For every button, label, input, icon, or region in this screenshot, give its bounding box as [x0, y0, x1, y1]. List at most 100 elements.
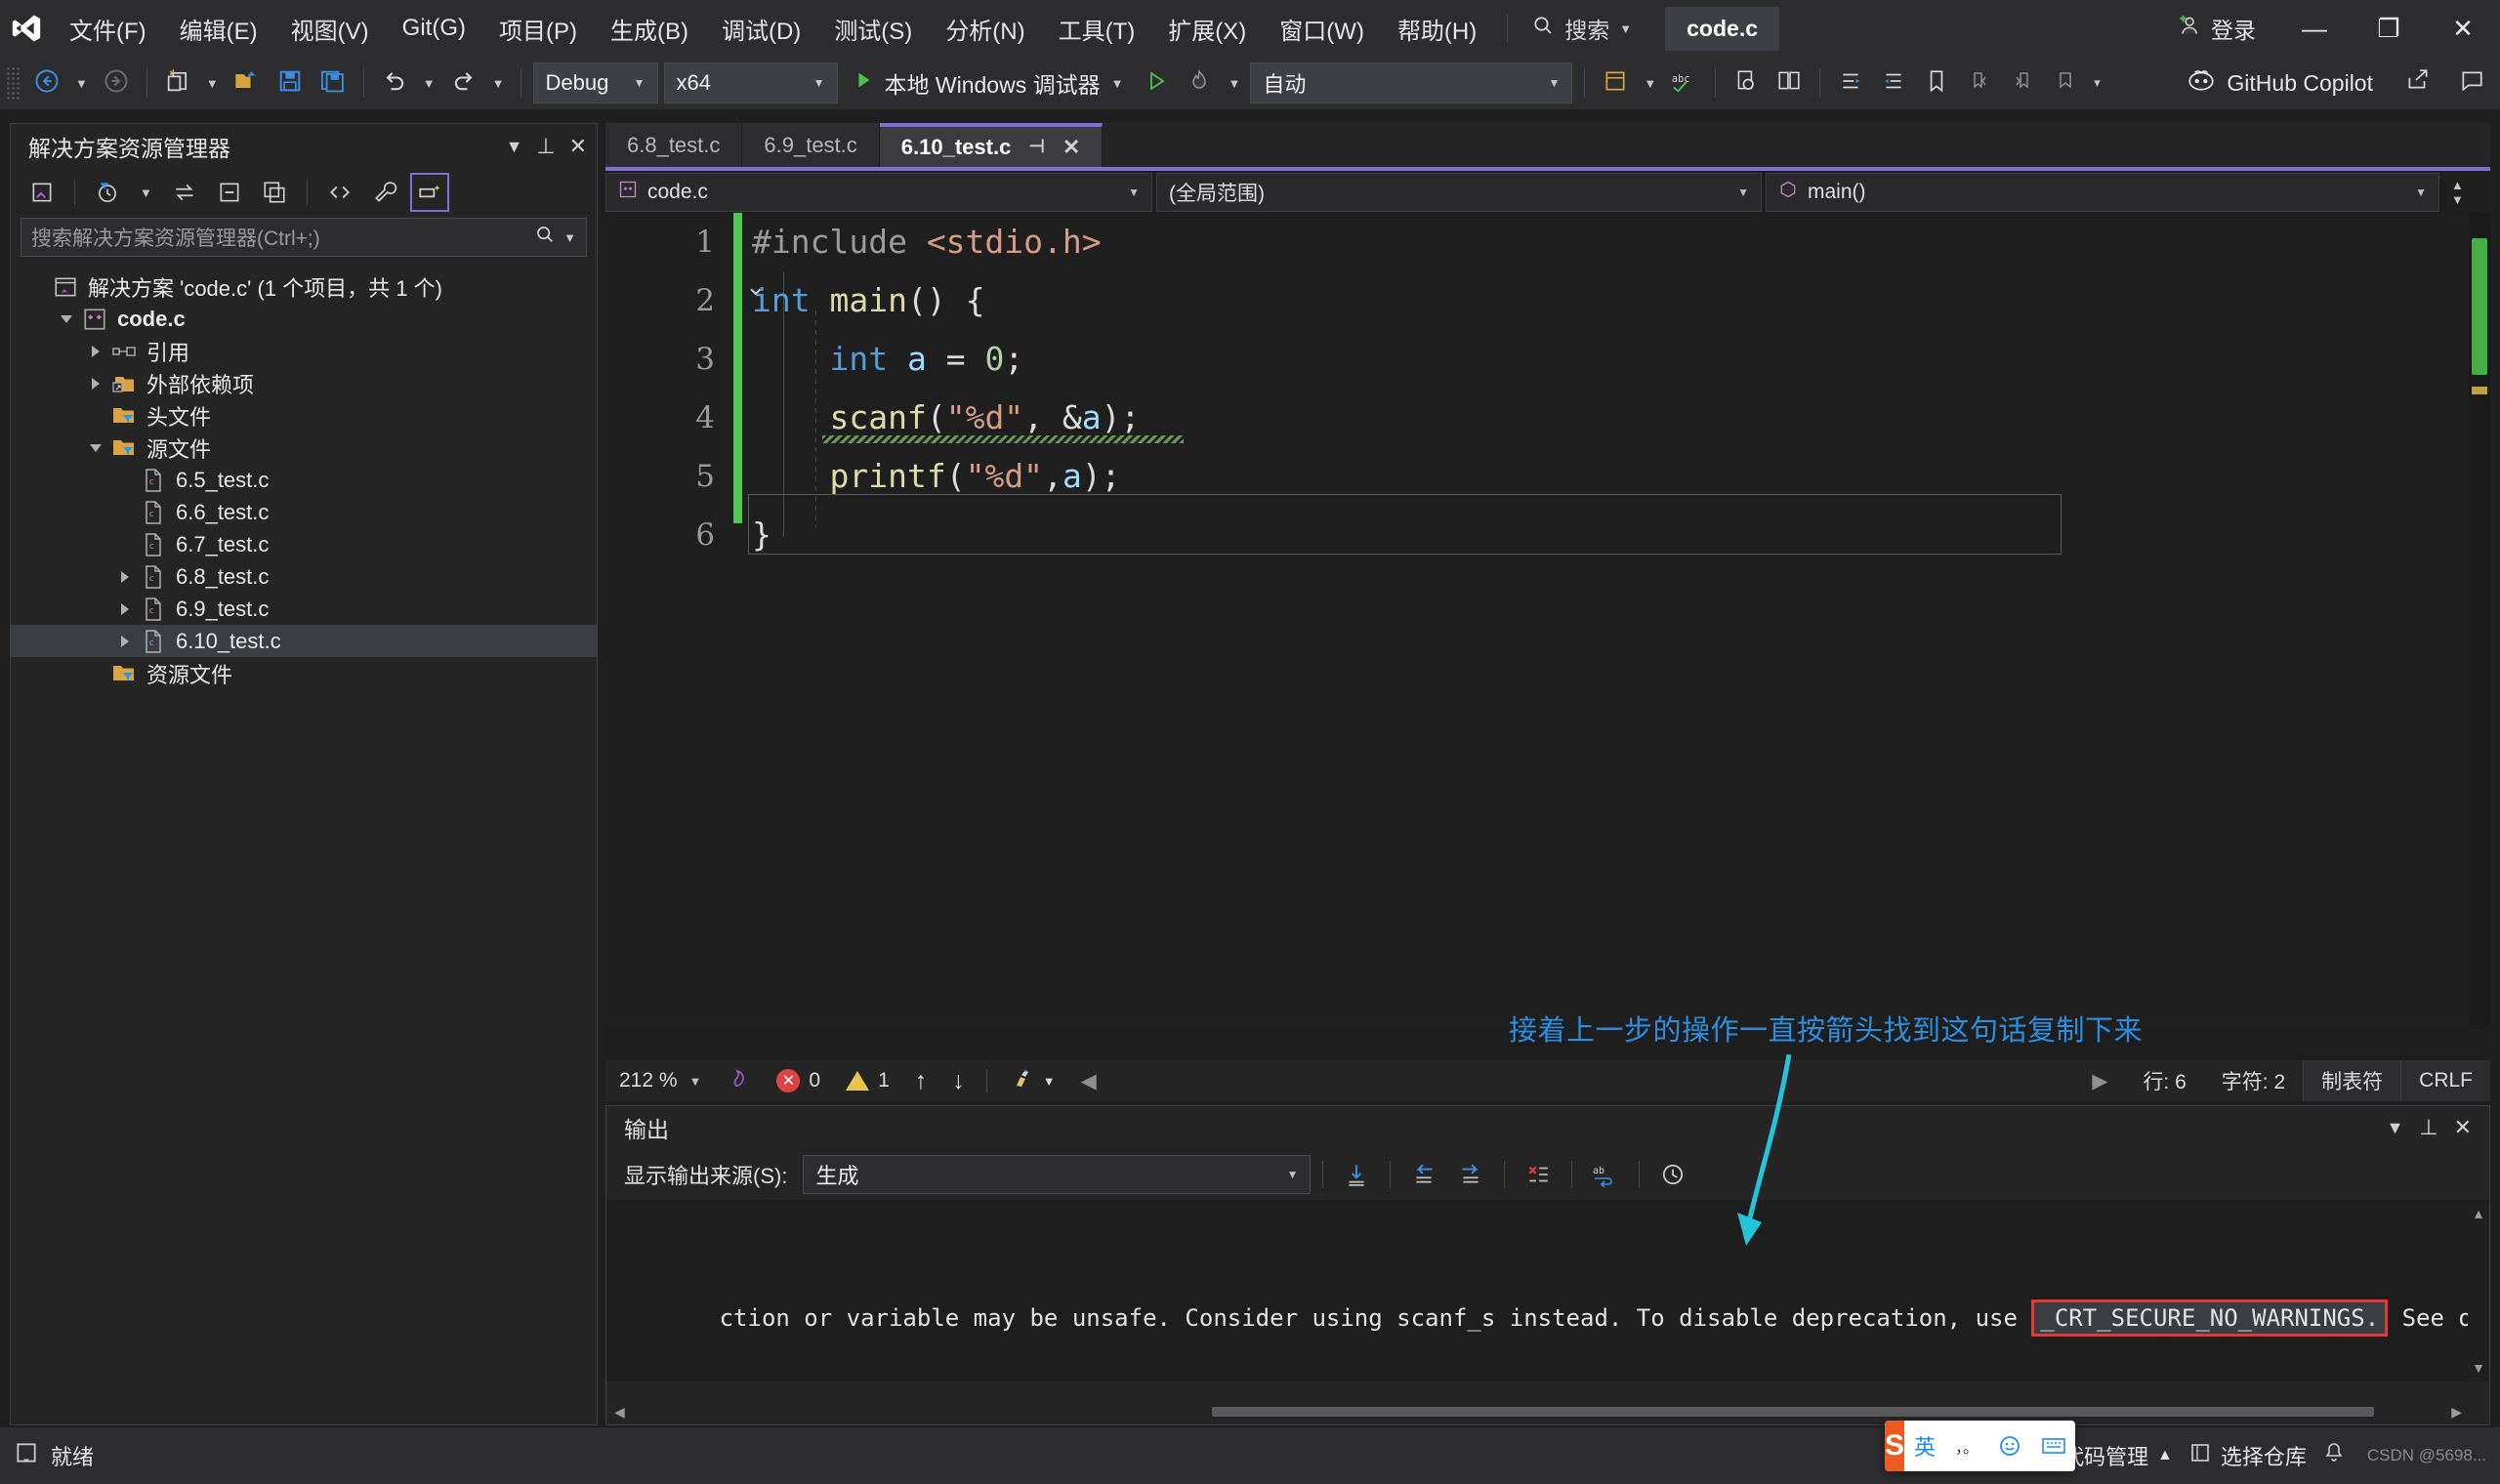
menu-item-11[interactable]: 窗口(W): [1263, 0, 1381, 57]
ime-mode-button[interactable]: 英: [1904, 1430, 1945, 1462]
line-ending-indicator[interactable]: CRLF: [2400, 1060, 2490, 1101]
undo-button[interactable]: [373, 62, 416, 104]
scroll-left-arrow-icon[interactable]: ◀: [614, 1404, 625, 1421]
menu-item-12[interactable]: 帮助(H): [1381, 0, 1493, 57]
tree-item[interactable]: 资源文件: [11, 657, 597, 689]
redo-dropdown[interactable]: ▼: [485, 62, 512, 104]
new-project-button[interactable]: [156, 62, 199, 104]
memory-window-button[interactable]: [1594, 62, 1637, 104]
pin-icon[interactable]: ⊥: [2419, 1115, 2438, 1140]
editor-tab-0[interactable]: 6.8_test.c: [605, 123, 743, 167]
previous-issue-button[interactable]: ↑: [902, 1067, 940, 1095]
tree-item[interactable]: c 6.5_test.c: [11, 464, 597, 496]
tree-item[interactable]: 外部依赖项: [11, 367, 597, 399]
code-line[interactable]: int main() {: [752, 271, 2490, 330]
chevron-right-icon[interactable]: [112, 635, 138, 647]
search-icon[interactable]: [534, 224, 556, 251]
notifications-button[interactable]: [2322, 1441, 2346, 1470]
navigate-forward-button[interactable]: [95, 62, 138, 104]
auto-attach-combo[interactable]: 自动 ▼: [1250, 62, 1573, 103]
clear-all-icon[interactable]: [1517, 1153, 1560, 1196]
editor-vertical-scrollbar[interactable]: [2469, 213, 2490, 1025]
pending-changes-filter-icon[interactable]: [88, 173, 127, 212]
share-icon[interactable]: [2405, 67, 2431, 99]
output-source-combo[interactable]: 生成 ▼: [803, 1155, 1312, 1194]
tree-item[interactable]: c 6.6_test.c: [11, 496, 597, 528]
compare-files-button[interactable]: [1768, 62, 1811, 104]
new-project-dropdown[interactable]: ▼: [199, 62, 226, 104]
collapse-panel-button[interactable]: ◀: [1068, 1069, 1109, 1093]
chevron-down-icon[interactable]: ▼: [1111, 76, 1124, 91]
scroll-right-arrow-icon[interactable]: ▶: [2451, 1404, 2462, 1421]
sign-in-button[interactable]: 登录: [2154, 0, 2277, 57]
error-count-item[interactable]: ✕ 0: [764, 1069, 833, 1092]
close-icon[interactable]: ✕: [1062, 135, 1080, 160]
toggle-preview-icon[interactable]: [409, 173, 449, 212]
output-text-area[interactable]: ction or variable may be unsafe. Conside…: [606, 1200, 2489, 1381]
filter-dropdown-icon[interactable]: ▼: [133, 171, 159, 214]
menu-item-6[interactable]: 调试(D): [705, 0, 817, 57]
menu-item-7[interactable]: 测试(S): [817, 0, 929, 57]
editor-tab-2[interactable]: 6.10_test.c ⊣ ✕: [879, 123, 1104, 167]
find-message-icon[interactable]: [1335, 1153, 1378, 1196]
expand-panel-button[interactable]: ▶: [2074, 1060, 2125, 1101]
output-vertical-scrollbar[interactable]: ▲ ▼: [2468, 1200, 2489, 1381]
show-all-files-icon[interactable]: [255, 173, 294, 212]
search-symbol-button[interactable]: [1725, 62, 1768, 104]
menu-item-4[interactable]: 项目(P): [482, 0, 594, 57]
navbar-member-combo[interactable]: main() ▼: [1766, 172, 2439, 212]
view-code-icon[interactable]: [320, 173, 359, 212]
code-editor[interactable]: 123456 ⌄ #include <stdio.h> int main() { …: [605, 213, 2490, 1025]
global-search[interactable]: 搜索 ▼: [1521, 7, 1642, 50]
split-view-handle[interactable]: ▲ ▼: [2443, 178, 2472, 207]
keyboard-icon[interactable]: [2031, 1435, 2075, 1457]
properties-wrench-icon[interactable]: [365, 173, 404, 212]
tree-item[interactable]: c 6.10_test.c: [11, 625, 597, 657]
solution-explorer-search-input[interactable]: 搜索解决方案资源管理器(Ctrl+;) ▼: [21, 218, 587, 257]
close-icon[interactable]: ✕: [2454, 1115, 2472, 1140]
tree-item[interactable]: c 6.7_test.c: [11, 528, 597, 560]
indent-mode-indicator[interactable]: 制表符: [2303, 1060, 2401, 1101]
navigate-back-button[interactable]: [25, 62, 68, 104]
tree-item[interactable]: 头文件: [11, 399, 597, 432]
chevron-right-icon[interactable]: [83, 377, 108, 390]
solution-configuration-combo[interactable]: Debug ▼: [532, 62, 658, 103]
indent-button[interactable]: [1872, 62, 1915, 104]
menu-item-5[interactable]: 生成(B): [594, 0, 705, 57]
redo-button[interactable]: [442, 62, 485, 104]
pin-icon[interactable]: ⊥: [536, 134, 555, 159]
tree-item[interactable]: code.c: [11, 303, 597, 335]
menu-item-1[interactable]: 编辑(E): [163, 0, 274, 57]
emoji-icon[interactable]: [1988, 1434, 2031, 1458]
solution-home-icon[interactable]: [22, 173, 62, 212]
close-icon[interactable]: ✕: [569, 134, 587, 159]
toolbar-overflow-button[interactable]: ▾: [2087, 62, 2107, 104]
solution-platform-combo[interactable]: x64 ▼: [663, 62, 838, 103]
chevron-down-icon[interactable]: [83, 443, 108, 452]
chevron-down-icon[interactable]: ▼: [506, 137, 523, 157]
history-icon[interactable]: [1651, 1153, 1694, 1196]
memory-dropdown[interactable]: ▼: [1637, 62, 1663, 104]
close-button[interactable]: ✕: [2426, 0, 2500, 57]
warning-count-item[interactable]: 1: [833, 1069, 902, 1092]
bookmark-button[interactable]: [1915, 62, 1958, 104]
code-line[interactable]: #include <stdio.h>: [752, 213, 2490, 271]
undo-dropdown[interactable]: ▼: [416, 62, 442, 104]
maximize-button[interactable]: ❐: [2352, 0, 2426, 57]
ime-floating-bar[interactable]: S 英 ，。: [1885, 1421, 2075, 1471]
scroll-down-arrow-icon[interactable]: ▼: [2472, 1360, 2485, 1376]
code-line[interactable]: int a = 0;: [752, 330, 2490, 389]
chevron-down-icon[interactable]: [54, 314, 79, 323]
prev-bookmark-button[interactable]: [1958, 62, 2001, 104]
menu-item-10[interactable]: 扩展(X): [1151, 0, 1263, 57]
github-copilot-status[interactable]: GitHub Copilot: [2187, 67, 2500, 99]
save-all-button[interactable]: [312, 62, 354, 104]
intellicode-status[interactable]: [715, 1066, 764, 1095]
save-button[interactable]: [269, 62, 312, 104]
start-debugging-button[interactable]: 本地 Windows 调试器 ▼: [841, 62, 1136, 104]
tree-item[interactable]: c 6.8_test.c: [11, 560, 597, 593]
start-without-debugging-button[interactable]: [1135, 62, 1178, 104]
chevron-right-icon[interactable]: [112, 570, 138, 583]
code-line[interactable]: scanf("%d", &a);: [752, 389, 2490, 447]
zoom-level-combo[interactable]: 212 % ▼: [605, 1069, 715, 1092]
